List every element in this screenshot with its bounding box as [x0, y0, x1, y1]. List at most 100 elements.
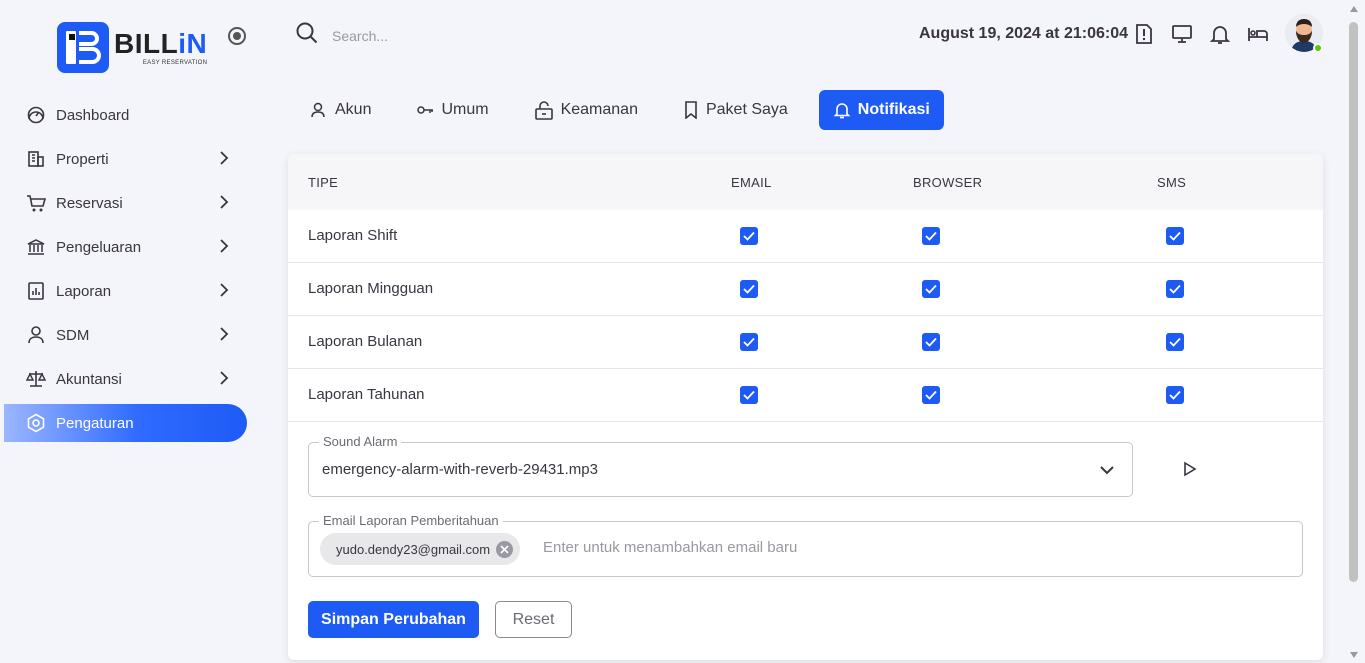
chevron-right-icon	[219, 151, 229, 169]
table-row: Laporan Shift	[288, 210, 1323, 263]
reset-button[interactable]: Reset	[495, 601, 572, 638]
brand-tagline: EASY RESERVATION	[142, 60, 208, 66]
email-checkbox[interactable]	[740, 227, 758, 245]
chevron-right-icon	[219, 195, 229, 213]
sidebar-nav: Dashboard Properti Reservasi Pengeluaran	[4, 96, 247, 448]
row-label: Laporan Mingguan	[308, 280, 434, 297]
browser-checkbox[interactable]	[922, 227, 940, 245]
search-icon[interactable]	[296, 22, 318, 49]
tab-umum[interactable]: Umum	[402, 90, 502, 130]
browser-checkbox[interactable]	[922, 280, 940, 298]
play-sound-icon[interactable]	[1181, 461, 1197, 482]
column-header-type: TIPE	[308, 175, 339, 190]
email-checkbox[interactable]	[740, 280, 758, 298]
sidebar-item-sdm[interactable]: SDM	[4, 316, 247, 354]
sidebar-item-laporan[interactable]: Laporan	[4, 272, 247, 310]
table-row: Laporan Tahunan	[288, 369, 1323, 422]
chevron-right-icon	[219, 239, 229, 257]
sidebar-item-label: Akuntansi	[56, 370, 122, 388]
monitor-icon[interactable]	[1170, 22, 1194, 46]
brand-name: BILLiN	[114, 28, 208, 59]
sidebar-item-label: Reservasi	[56, 194, 123, 212]
sms-checkbox[interactable]	[1166, 386, 1184, 404]
column-header-sms: SMS	[1157, 175, 1187, 190]
row-label: Laporan Shift	[308, 227, 398, 244]
scroll-down-arrow-icon[interactable]	[1350, 652, 1358, 658]
column-header-browser: BROWSER	[913, 175, 983, 190]
search-input[interactable]	[332, 27, 632, 44]
sidebar-item-label: Pengeluaran	[56, 238, 142, 256]
bank-icon	[26, 237, 46, 257]
scale-icon	[26, 369, 46, 389]
sidebar-item-akuntansi[interactable]: Akuntansi	[4, 360, 247, 398]
save-button[interactable]: Simpan Perubahan	[308, 601, 479, 638]
tab-label: Akun	[335, 101, 372, 118]
chevron-right-icon	[219, 371, 229, 389]
sidebar: BILLiN EASY RESERVATION Dashboard Proper…	[0, 0, 260, 663]
key-icon	[416, 101, 434, 119]
bell-icon[interactable]	[1208, 22, 1232, 46]
tab-label: Notifikasi	[857, 101, 930, 118]
user-outline-icon	[310, 101, 328, 119]
report-alert-icon[interactable]	[1132, 22, 1156, 46]
settings-icon	[26, 413, 46, 433]
sidebar-toggle-icon[interactable]	[228, 27, 246, 45]
row-label: Laporan Bulanan	[308, 333, 423, 350]
table-row: Laporan Bulanan	[288, 316, 1323, 369]
sidebar-item-reservasi[interactable]: Reservasi	[4, 184, 247, 222]
building-icon	[26, 149, 46, 169]
sidebar-item-label: Laporan	[56, 282, 112, 300]
brand-logo[interactable]: BILLiN EASY RESERVATION	[57, 22, 207, 73]
sms-checkbox[interactable]	[1166, 333, 1184, 351]
sidebar-item-pengeluaran[interactable]: Pengeluaran	[4, 228, 247, 266]
sidebar-item-label: Pengaturan	[56, 414, 134, 432]
table-row: Laporan Mingguan	[288, 263, 1323, 316]
sound-alarm-label: Sound Alarm	[319, 434, 402, 449]
sidebar-item-properti[interactable]: Properti	[4, 140, 247, 178]
sound-alarm-select[interactable]: Sound Alarm emergency-alarm-with-reverb-…	[308, 434, 1133, 497]
email-input[interactable]	[543, 539, 943, 556]
report-icon	[26, 281, 46, 301]
row-label: Laporan Tahunan	[308, 386, 425, 403]
tab-paket-saya[interactable]: Paket Saya	[669, 90, 802, 130]
scroll-up-arrow-icon[interactable]	[1350, 6, 1358, 12]
current-datetime: August 19, 2024 at 21:06:04	[919, 25, 1128, 42]
bed-icon[interactable]	[1246, 22, 1270, 46]
settings-tabs: Akun Umum Keamanan Paket Saya Notifikasi	[296, 90, 961, 130]
bell-icon	[833, 101, 851, 119]
email-checkbox[interactable]	[740, 386, 758, 404]
sidebar-item-pengaturan[interactable]: Pengaturan	[4, 404, 247, 442]
browser-checkbox[interactable]	[922, 333, 940, 351]
logo-mark-icon	[57, 22, 109, 73]
email-chip-label: yudo.dendy23@gmail.com	[336, 541, 491, 557]
email-checkbox[interactable]	[740, 333, 758, 351]
tab-akun[interactable]: Akun	[296, 90, 385, 130]
email-chip: yudo.dendy23@gmail.com	[320, 533, 521, 565]
lock-open-icon	[534, 100, 554, 120]
sms-checkbox[interactable]	[1166, 227, 1184, 245]
chevron-down-icon	[1100, 462, 1114, 480]
sms-checkbox[interactable]	[1166, 280, 1184, 298]
speedometer-icon	[26, 105, 46, 125]
tab-keamanan[interactable]: Keamanan	[520, 90, 652, 130]
user-icon	[26, 325, 46, 345]
tab-notifikasi[interactable]: Notifikasi	[818, 90, 944, 130]
notification-settings-card: TIPE EMAIL BROWSER SMS Laporan Shift Lap…	[288, 154, 1323, 660]
sound-alarm-value: emergency-alarm-with-reverb-29431.mp3	[322, 461, 598, 478]
sidebar-item-label: Properti	[56, 150, 109, 168]
search-bar	[296, 22, 632, 49]
browser-checkbox[interactable]	[922, 386, 940, 404]
bookmark-icon	[683, 101, 699, 119]
header-actions	[1132, 22, 1284, 46]
close-icon[interactable]	[496, 540, 514, 558]
page-scrollbar[interactable]	[1349, 22, 1358, 582]
tab-label: Keamanan	[560, 101, 638, 118]
column-header-email: EMAIL	[731, 175, 772, 190]
email-report-field: Email Laporan Pemberitahuan yudo.dendy23…	[308, 513, 1303, 577]
chevron-right-icon	[219, 327, 229, 345]
sidebar-item-label: Dashboard	[56, 106, 130, 124]
cart-icon	[26, 193, 46, 213]
tab-label: Paket Saya	[705, 101, 788, 118]
table-header: TIPE EMAIL BROWSER SMS	[288, 154, 1323, 210]
sidebar-item-dashboard[interactable]: Dashboard	[4, 96, 247, 134]
